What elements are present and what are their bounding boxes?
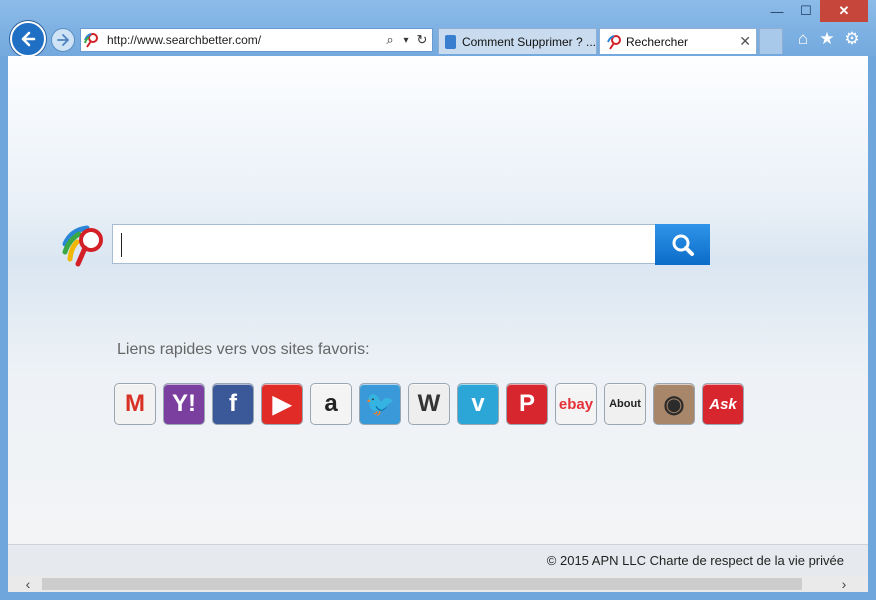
back-arrow-icon [21, 31, 36, 47]
quicklink-ebay[interactable]: ebay [555, 383, 597, 425]
address-bar[interactable]: http://www.searchbetter.com/ ⌕ ▾ ↻ [80, 28, 433, 52]
quicklink-gmail[interactable]: M [114, 383, 156, 425]
quicklinks-bar: M Y! f ▶ a 🐦 Wv Pebay About ◉ Ask [114, 383, 744, 425]
quicklink-ask[interactable]: Ask [702, 383, 744, 425]
ask-icon: Ask [709, 395, 737, 413]
scroll-left-icon[interactable]: ‹ [18, 576, 38, 592]
facebook-icon: f [229, 390, 237, 417]
tab-close-icon[interactable]: ✕ [739, 33, 751, 50]
gmail-icon: M [125, 390, 145, 417]
address-search-icon[interactable]: ⌕ [380, 30, 400, 50]
pinterest-icon: P [518, 390, 535, 417]
quicklink-yahoo[interactable]: Y! [163, 383, 205, 425]
tab-label: Comment Supprimer ? ... [461, 34, 596, 49]
refresh-icon[interactable]: ↻ [412, 30, 432, 50]
tab-comment-supprimer[interactable]: Comment Supprimer ? ... [438, 28, 597, 54]
page-content: Liens rapides vers vos sites favoris: MY… [8, 56, 868, 576]
searchbetter-logo [62, 225, 103, 267]
yahoo-icon: Y! [172, 390, 196, 417]
scroll-right-icon[interactable]: › [834, 576, 854, 592]
tools-icon[interactable]: ⚙ [841, 28, 863, 50]
quicklink-amazon[interactable]: a [310, 383, 352, 425]
tab-rechercher[interactable]: Rechercher ✕ [599, 28, 757, 54]
magnifier-icon [672, 234, 694, 256]
instagram-icon: ◉ [663, 390, 685, 418]
forward-arrow-icon [57, 34, 69, 46]
favorites-icon[interactable]: ★ [816, 28, 838, 50]
quicklinks-title: Liens rapides vers vos sites favoris: [117, 341, 370, 358]
horizontal-scrollbar[interactable]: ‹ › [8, 576, 868, 592]
twitter-icon: 🐦 [365, 390, 395, 418]
footer-text[interactable]: © 2015 APN LLC Charte de respect de la v… [547, 553, 844, 568]
quicklink-youtube[interactable]: ▶ [261, 383, 303, 425]
tab-favicon-icon [607, 34, 621, 50]
vimeo-icon: v [471, 390, 485, 417]
wikipedia-icon: W [417, 390, 441, 417]
quicklink-pinterest[interactable]: P [506, 383, 548, 425]
close-window-button[interactable]: ✕ [820, 0, 868, 22]
quicklink-vimeo[interactable]: v [457, 383, 499, 425]
amazon-icon: a [324, 390, 338, 417]
quicklink-wikipedia[interactable]: W [408, 383, 450, 425]
quicklink-facebook[interactable]: f [212, 383, 254, 425]
address-dropdown-icon[interactable]: ▾ [400, 30, 412, 50]
maximize-button[interactable]: ☐ [793, 0, 819, 22]
forward-button[interactable] [51, 28, 75, 52]
scrollbar-thumb[interactable] [42, 578, 802, 590]
quicklink-about[interactable]: About [604, 383, 646, 425]
search-button[interactable] [655, 224, 710, 265]
quicklink-instagram[interactable]: ◉ [653, 383, 695, 425]
ebay-icon: ebay [558, 395, 594, 413]
quicklink-twitter[interactable]: 🐦 [359, 383, 401, 425]
back-button[interactable] [10, 21, 46, 57]
youtube-icon: ▶ [272, 390, 292, 418]
about-icon: About [609, 398, 641, 410]
page-footer: © 2015 APN LLC Charte de respect de la v… [8, 544, 868, 576]
home-icon[interactable]: ⌂ [792, 28, 814, 50]
tab-favicon-icon [445, 34, 456, 49]
url-text[interactable]: http://www.searchbetter.com/ [107, 33, 380, 47]
site-favicon-icon [81, 30, 101, 50]
tab-label: Rechercher [626, 34, 689, 49]
search-input[interactable] [112, 224, 656, 264]
window-bottom-frame [0, 592, 876, 600]
new-tab-button[interactable] [759, 28, 783, 54]
text-caret [121, 233, 122, 257]
minimize-button[interactable]: — [762, 0, 792, 22]
